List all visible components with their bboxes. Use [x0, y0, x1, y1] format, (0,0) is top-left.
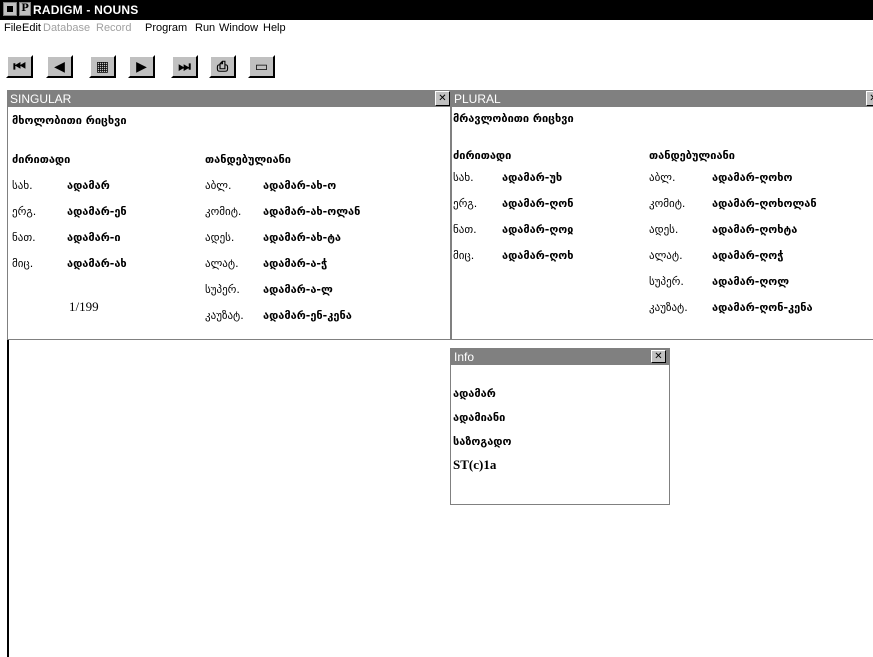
case-form: ადამარ-ღონ: [502, 197, 574, 210]
case-form: ადამარ-ღონ-კენა: [712, 301, 813, 314]
plural-titlebar: PLURAL ✕: [452, 91, 873, 107]
case-form: ადამარ-ღოლ: [712, 275, 790, 288]
previous-record-button[interactable]: ◀: [46, 55, 73, 78]
previous-record-icon: ◀: [54, 58, 65, 75]
info-code: ST(c)1a: [453, 457, 497, 472]
singular-post-header: თანდებულიანი: [205, 153, 291, 166]
case-label: კაუზატ.: [649, 301, 688, 314]
case-form: ადამარ-ახ-ოლან: [263, 205, 361, 218]
singular-title: SINGULAR: [10, 92, 72, 106]
plural-title: PLURAL: [454, 92, 501, 106]
find-button[interactable]: ▦: [89, 55, 116, 78]
case-form: ადამარ-ენ-კენა: [263, 309, 352, 322]
case-label: მიც.: [453, 249, 475, 262]
case-form: ადამარ-ახ: [67, 257, 127, 270]
case-label: კაუზატ.: [205, 309, 244, 322]
info-translation: ადამიანი: [453, 411, 506, 424]
case-form: ადამარ-ა-ჭ: [263, 257, 328, 270]
first-record-icon: ⏮: [13, 58, 26, 75]
info-noun-type: საზოგადო: [453, 435, 512, 448]
next-record-icon: ▶: [136, 58, 147, 75]
case-form: ადამარ-ი: [67, 231, 121, 244]
info-title: Info: [454, 350, 475, 364]
singular-titlebar: SINGULAR ✕: [8, 91, 450, 107]
info-close-icon[interactable]: ✕: [651, 350, 666, 363]
case-form: ადამარ: [67, 179, 110, 192]
case-label: ნათ.: [453, 223, 477, 236]
singular-close-icon[interactable]: ✕: [435, 91, 450, 106]
menu-bar: File Edit Database Record Program Run Wi…: [0, 20, 873, 38]
case-label: სუპერ.: [649, 275, 684, 288]
plural-close-icon[interactable]: ✕: [866, 91, 873, 106]
case-label: სახ.: [12, 179, 33, 192]
open-window-button[interactable]: ▭: [248, 55, 275, 78]
case-form: ადამარ-ღოხო: [712, 171, 793, 184]
case-form: ადამარ-ღოხტა: [712, 223, 798, 236]
case-form: ადამარ-ახ-ტა: [263, 231, 342, 244]
case-form: ადამარ-ღოჭ: [712, 249, 784, 262]
singular-panel: SINGULAR ✕ მხოლობითი რიცხვი ძირითადი თან…: [7, 90, 451, 340]
case-label: კომიტ.: [649, 197, 686, 210]
case-label: ალატ.: [649, 249, 683, 262]
plural-heading: მრავლობითი რიცხვი: [453, 112, 574, 125]
case-label: ადეს.: [649, 223, 679, 236]
menu-record[interactable]: Record: [96, 22, 131, 34]
first-record-button[interactable]: ⏮: [6, 55, 33, 78]
case-form: ადამარ-ენ: [67, 205, 127, 218]
find-icon: ▦: [95, 58, 110, 75]
last-record-button[interactable]: ⏭: [171, 55, 198, 78]
case-form: ადამარ-ახ-ო: [263, 179, 337, 192]
case-form: ადამარ-ღოხოლან: [712, 197, 817, 210]
plural-panel: PLURAL ✕ მრავლობითი რიცხვი ძირითადი თანდ…: [451, 90, 873, 340]
case-label: აბლ.: [649, 171, 676, 184]
print-icon: ⎙: [216, 58, 229, 75]
menu-file[interactable]: File: [4, 22, 22, 34]
case-label: ერგ.: [453, 197, 478, 210]
case-label: სახ.: [453, 171, 474, 184]
case-label: მიც.: [12, 257, 34, 270]
info-window: Info ✕ ადამარ ადამიანი საზოგადო ST(c)1a: [450, 348, 670, 505]
workspace-left-border: [7, 340, 9, 657]
workspace-divider: [7, 339, 873, 340]
open-window-icon: ▭: [254, 58, 269, 75]
case-label: სუპერ.: [205, 283, 240, 296]
plural-basic-header: ძირითადი: [453, 149, 512, 162]
last-record-icon: ⏭: [178, 58, 191, 75]
case-form: ადამარ-უხ: [502, 171, 563, 184]
info-titlebar[interactable]: Info ✕: [451, 349, 669, 365]
menu-edit[interactable]: Edit: [22, 22, 41, 34]
title-bar: P RADIGM - NOUNS: [0, 0, 873, 20]
case-form: ადამარ-ღოხ: [502, 249, 574, 262]
case-label: ერგ.: [12, 205, 37, 218]
case-form: ადამარ-ა-ლ: [263, 283, 333, 296]
singular-heading: მხოლობითი რიცხვი: [12, 114, 127, 127]
app-menu-icon[interactable]: [3, 2, 17, 16]
info-word: ადამარ: [453, 387, 496, 400]
case-label: ადეს.: [205, 231, 235, 244]
document-icon: P: [19, 2, 31, 16]
next-record-button[interactable]: ▶: [128, 55, 155, 78]
menu-program[interactable]: Program: [145, 22, 187, 34]
menu-run[interactable]: Run: [195, 22, 215, 34]
case-label: კომიტ.: [205, 205, 242, 218]
print-button[interactable]: ⎙: [209, 55, 236, 78]
case-label: ნათ.: [12, 231, 36, 244]
case-label: ალატ.: [205, 257, 239, 270]
menu-window[interactable]: Window: [219, 22, 258, 34]
case-label: აბლ.: [205, 179, 232, 192]
plural-post-header: თანდებულიანი: [649, 149, 735, 162]
menu-help[interactable]: Help: [263, 22, 286, 34]
singular-basic-header: ძირითადი: [12, 153, 71, 166]
menu-database[interactable]: Database: [43, 22, 90, 34]
record-counter: 1/199: [69, 299, 99, 314]
case-form: ადამარ-ღოჲ: [502, 223, 574, 236]
window-title: RADIGM - NOUNS: [33, 3, 139, 17]
toolbar: ⏮ ◀ ▦ ▶ ⏭ ⎙ ▭: [0, 38, 873, 86]
